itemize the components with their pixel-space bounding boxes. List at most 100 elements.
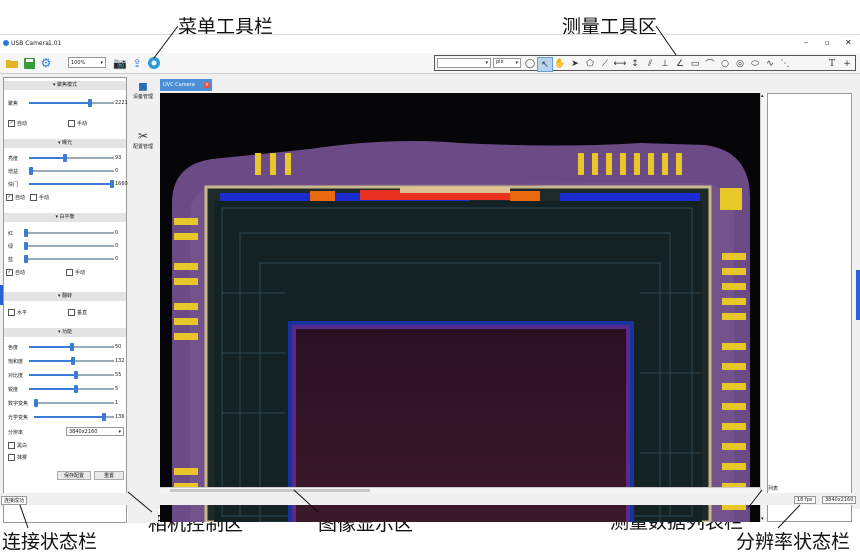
camera-control-panel: ▾ 聚焦模式 聚焦 22216 ✓ 自动 手动 ▾ 曝光 亮度 93 增益 0 快… xyxy=(3,77,131,523)
flip-vertical-checkbox[interactable]: 垂直 xyxy=(68,309,87,316)
scroll-thumb[interactable] xyxy=(170,489,370,492)
green-slider[interactable] xyxy=(24,242,114,250)
defog-label: 抹雾 xyxy=(17,455,28,461)
polygon-icon[interactable]: ⬠ xyxy=(583,57,597,70)
hand-icon[interactable]: ✋ xyxy=(553,57,567,70)
saturation-value: 132 xyxy=(115,358,125,364)
exposure-section-title: 曝光 xyxy=(62,140,73,146)
ellipse-icon[interactable]: ⬭ xyxy=(748,57,762,70)
wb-manual-checkbox[interactable]: 手动 xyxy=(66,269,85,276)
resolution-select-value: 3840x2160 xyxy=(69,429,98,435)
focus-label: 聚焦 xyxy=(8,101,19,107)
focus-section-header[interactable]: ▾ 聚焦模式 xyxy=(4,81,126,90)
function-section-header[interactable]: ▾ 功能 xyxy=(4,328,126,337)
wb-auto-checkbox[interactable]: ✓ 自动 xyxy=(6,269,25,276)
focus-section-title: 聚焦模式 xyxy=(57,82,78,88)
exposure-manual-checkbox[interactable]: 手动 xyxy=(30,194,49,201)
blue-slider[interactable] xyxy=(24,255,114,263)
fps-status: 18 fps xyxy=(794,496,816,504)
scroll-down-icon[interactable]: ▾ xyxy=(761,516,764,522)
flip-vertical-label: 垂直 xyxy=(77,310,88,316)
pointer-icon[interactable]: ➤ xyxy=(568,57,582,70)
vertical-scrollbar[interactable]: ▴ ▾ xyxy=(760,93,767,522)
config-manage-label: 配置管理 xyxy=(132,144,153,150)
measure-toolbar: ▾ pix ▾ ◯ ↖ ✋ ➤ ⬠ ⟋ ⟷ ↕ ⫽ ⊥ ∠ ▭ ⌒ ○ ◎ ⬭ … xyxy=(434,55,856,72)
circle-icon[interactable]: ○ xyxy=(718,57,732,70)
arc-icon[interactable]: ⌒ xyxy=(703,57,717,70)
horizontal-line-icon[interactable]: ⟷ xyxy=(613,57,627,70)
concentric-circle-icon[interactable]: ◎ xyxy=(733,57,747,70)
device-manage-item[interactable]: ◼ 设备管理 xyxy=(128,79,158,100)
cube-icon: ◼ xyxy=(138,79,148,93)
crosshair-icon[interactable]: + xyxy=(840,57,854,70)
unit-select[interactable]: pix ▾ xyxy=(493,58,521,68)
exposure-auto-checkbox[interactable]: ✓ 自动 xyxy=(6,194,25,201)
measure-data-list[interactable] xyxy=(767,93,852,522)
focus-auto-checkbox[interactable]: ✓ 自动 xyxy=(8,120,27,127)
minimize-icon[interactable]: – xyxy=(804,38,808,47)
red-slider[interactable] xyxy=(24,229,114,237)
gear-icon[interactable]: ⚙ xyxy=(38,55,54,71)
rectangle-icon[interactable]: ▭ xyxy=(688,57,702,70)
flip-section-title: 翻转 xyxy=(62,293,73,299)
focus-slider[interactable] xyxy=(29,99,114,107)
close-icon[interactable]: ✕ xyxy=(845,38,852,47)
chevron-down-icon: ▾ xyxy=(118,429,121,435)
status-bar: 连接成功 18 fps 3840x2160 xyxy=(0,493,860,505)
record-icon[interactable] xyxy=(146,55,162,71)
resolution-select[interactable]: 3840x2160 ▾ xyxy=(66,427,124,436)
select-icon[interactable]: ↖ xyxy=(537,57,553,72)
white-balance-section-header[interactable]: ▾ 白平衡 xyxy=(4,213,126,222)
measure-dropdown[interactable]: ▾ xyxy=(437,58,491,68)
tab-uvc-camera[interactable]: UVC Camera × xyxy=(160,79,212,91)
bw-checkbox[interactable]: 黑白 xyxy=(8,442,27,449)
zoom-select[interactable]: 100% ▾ xyxy=(68,57,106,68)
defog-checkbox[interactable]: 抹雾 xyxy=(8,454,27,461)
restore-icon[interactable]: ▫ xyxy=(825,39,830,47)
config-manage-item[interactable]: ✂ 配置管理 xyxy=(128,129,158,150)
parallel-lines-icon[interactable]: ⫽ xyxy=(643,57,657,70)
perpendicular-icon[interactable]: ⊥ xyxy=(658,57,672,70)
brightness-slider[interactable] xyxy=(29,154,114,162)
flip-horizontal-label: 水平 xyxy=(17,310,28,316)
line-icon[interactable]: ⟋ xyxy=(598,57,612,70)
tab-label: UVC Camera xyxy=(163,82,195,88)
focus-manual-checkbox[interactable]: 手动 xyxy=(68,120,87,127)
folder-open-icon[interactable] xyxy=(4,55,20,71)
scroll-up-icon[interactable]: ▴ xyxy=(761,93,764,99)
contrast-slider[interactable] xyxy=(29,371,114,379)
sharpness-slider[interactable] xyxy=(29,385,114,393)
digital-zoom-slider[interactable] xyxy=(34,399,114,407)
image-display-area[interactable] xyxy=(160,93,760,522)
lasso-icon[interactable]: ◯ xyxy=(523,57,537,70)
curve-icon[interactable]: ∿ xyxy=(763,57,777,70)
gain-slider[interactable] xyxy=(29,167,114,175)
shutter-slider[interactable] xyxy=(29,180,115,188)
flip-section-header[interactable]: ▾ 翻转 xyxy=(4,292,126,301)
saturation-slider[interactable] xyxy=(29,357,114,365)
green-value: 0 xyxy=(115,243,119,249)
exposure-section-header[interactable]: ▾ 曝光 xyxy=(4,139,126,148)
window-version: 1.01 xyxy=(48,40,62,47)
white-balance-section-title: 白平衡 xyxy=(59,214,75,220)
angle-icon[interactable]: ∠ xyxy=(673,57,687,70)
gain-value: 0 xyxy=(115,168,119,174)
upload-icon[interactable]: ⇪ xyxy=(129,55,145,71)
window-title: USB Camera xyxy=(11,40,49,47)
reset-button[interactable]: 重置 xyxy=(94,471,124,480)
tab-close-icon[interactable]: × xyxy=(204,82,210,88)
save-icon[interactable] xyxy=(21,55,37,71)
title-bar: USB Camera 1.01 – ▫ ✕ xyxy=(0,35,860,53)
vertical-line-icon[interactable]: ↕ xyxy=(628,57,642,70)
menu-toolbar: ⚙ 100% ▾ 📷 ⇪ ▾ pix ▾ ◯ ↖ ✋ ➤ ⬠ ⟋ ⟷ ↕ ⫽ ⊥… xyxy=(0,53,860,74)
save-config-button[interactable]: 保存配置 xyxy=(57,471,91,480)
optical-zoom-slider[interactable] xyxy=(34,413,114,421)
point-distance-icon[interactable]: ⋱ xyxy=(778,57,792,70)
flip-horizontal-checkbox[interactable]: 水平 xyxy=(8,309,27,316)
camera-icon[interactable]: 📷 xyxy=(112,55,128,71)
function-section-title: 功能 xyxy=(62,329,73,335)
hue-slider[interactable] xyxy=(29,343,114,351)
text-icon[interactable]: T xyxy=(825,57,839,70)
hue-label: 色度 xyxy=(8,345,19,351)
unit-value: pix xyxy=(496,59,504,65)
